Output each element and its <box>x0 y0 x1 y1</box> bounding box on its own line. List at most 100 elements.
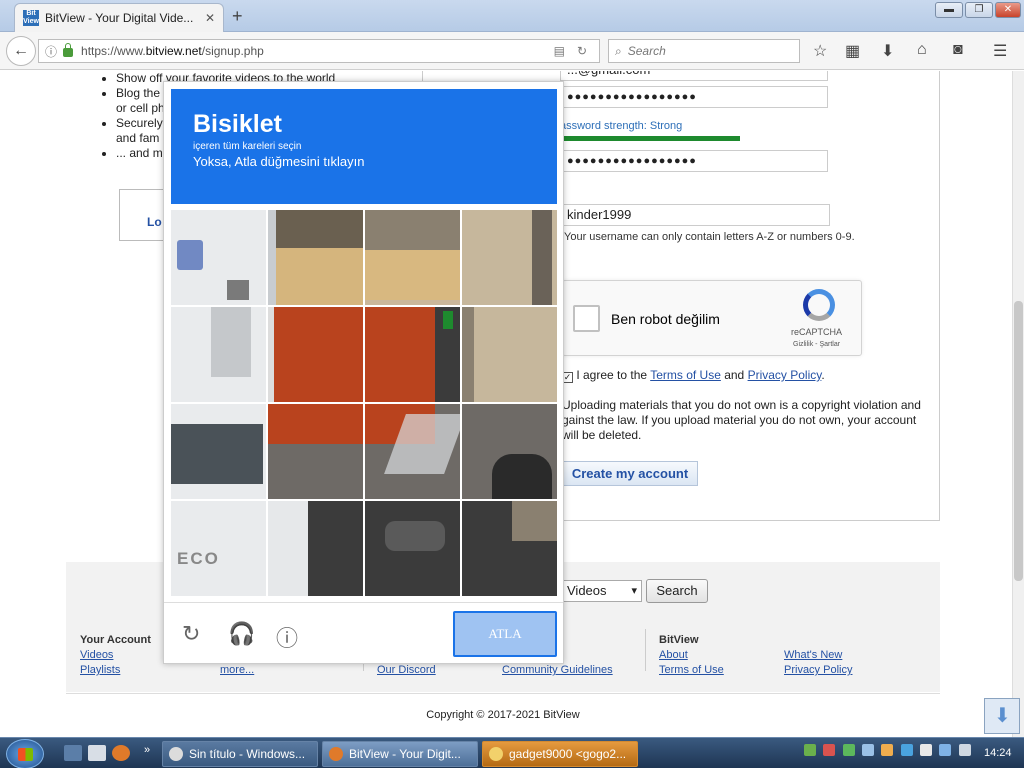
download-arrow-icon[interactable] <box>984 698 1020 734</box>
challenge-header: Bisiklet içeren tüm kareleri seçin Yoksa… <box>171 89 557 204</box>
help-info-icon[interactable]: ⓘ <box>276 621 298 653</box>
image-tile-11[interactable] <box>365 404 460 499</box>
footer-link-more[interactable]: more... <box>220 664 254 676</box>
footer-col-news: What's New Privacy Policy <box>784 648 852 678</box>
audio-challenge-icon[interactable]: 🎧 <box>228 621 255 647</box>
image-tile-13[interactable]: ECO <box>171 501 266 596</box>
confirm-password-field[interactable]: ●●●●●●●●●●●●●●●●● <box>560 150 828 172</box>
footer-link-videos[interactable]: Videos <box>80 649 113 661</box>
truck-eco-text: ECO <box>177 549 220 568</box>
scrollbar-thumb[interactable] <box>1014 301 1023 581</box>
tray-icon[interactable] <box>804 744 816 756</box>
footer-link-playlists[interactable]: Playlists <box>80 664 120 676</box>
tray-icon[interactable] <box>920 744 933 756</box>
url-prefix: https://www. <box>81 44 146 58</box>
search-category-select[interactable]: Videos <box>562 580 642 602</box>
image-tile-9[interactable] <box>171 404 266 499</box>
image-tile-8[interactable] <box>462 307 557 402</box>
footer-col-more: more... <box>220 663 254 678</box>
reload-icon[interactable]: ↻ <box>577 44 587 58</box>
page-scrollbar[interactable] <box>1012 71 1024 737</box>
browser-tab-bitview[interactable]: Bit View BitView - Your Digital Vide... ✕ <box>14 3 224 32</box>
image-tile-7[interactable] <box>365 307 460 402</box>
image-tile-4[interactable] <box>462 210 557 305</box>
agree-prefix: I agree to the <box>576 368 651 382</box>
firefox-quicklaunch-icon[interactable] <box>112 745 130 761</box>
taskbar-clock[interactable]: 14:24 <box>984 747 1012 759</box>
copyright-text: Copyright © 2017-2021 BitView <box>426 709 580 721</box>
username-field[interactable]: kinder1999 <box>560 204 830 226</box>
recaptcha-checkbox[interactable] <box>573 305 600 332</box>
downloads-icon[interactable]: ⬇ <box>881 41 894 61</box>
image-tile-12[interactable] <box>462 404 557 499</box>
image-tile-16[interactable] <box>462 501 557 596</box>
image-tile-6[interactable] <box>268 307 363 402</box>
privacy-link[interactable]: Privacy Policy <box>748 368 822 382</box>
skip-button[interactable]: ATLA <box>453 611 557 657</box>
image-tile-15[interactable] <box>365 501 460 596</box>
start-button[interactable] <box>6 739 44 768</box>
tray-icon[interactable] <box>881 744 894 756</box>
volume-icon[interactable] <box>958 744 971 756</box>
password-field[interactable]: ●●●●●●●●●●●●●●●●● <box>560 86 828 108</box>
challenge-subtitle: içeren tüm kareleri seçin <box>193 141 302 152</box>
address-bar[interactable]: ⓘ https://www.bitview.net/signup.php ▤ ↻ <box>38 39 600 63</box>
show-desktop-icon[interactable] <box>64 745 82 761</box>
image-tile-1[interactable] <box>171 210 266 305</box>
quicklaunch-more-icon[interactable]: » <box>144 744 150 756</box>
footer-link-terms[interactable]: Terms of Use <box>659 664 724 676</box>
agree-and: and <box>720 368 748 382</box>
tray-icon[interactable] <box>842 744 855 756</box>
tray-icon[interactable] <box>862 744 875 756</box>
home-icon[interactable]: ⌂ <box>917 41 927 59</box>
tab-title: BitView - Your Digital Vide... <box>45 11 194 25</box>
footer-col-account: Your Account Videos Playlists <box>80 633 151 678</box>
back-arrow-icon[interactable]: ← <box>6 36 36 66</box>
taskbar-item-email[interactable]: gadget9000 <gogo2... <box>482 741 638 767</box>
tray-icon[interactable] <box>823 744 836 756</box>
copyright-warning: Uploading materials that you do not own … <box>562 398 921 442</box>
email-field[interactable]: ...@gmail.com <box>560 71 828 81</box>
footer-link-privacy[interactable]: Privacy Policy <box>784 664 852 676</box>
image-tile-10[interactable] <box>268 404 363 499</box>
menu-hamburger-icon[interactable]: ☰ <box>993 41 1007 61</box>
tray-icon[interactable] <box>900 744 913 756</box>
login-link[interactable]: Lo <box>147 215 162 229</box>
minimize-window-button[interactable]: ▬ <box>935 2 963 18</box>
reload-challenge-icon[interactable]: ↻ <box>182 621 200 647</box>
footer-link-guidelines[interactable]: Community Guidelines <box>502 664 613 676</box>
close-tab-icon[interactable]: ✕ <box>205 11 215 25</box>
recaptcha-privacy-links[interactable]: Gizlilik - Şartlar <box>793 341 840 348</box>
create-account-button[interactable]: Create my account <box>562 461 698 486</box>
footer-link-whats-new[interactable]: What's New <box>784 649 842 661</box>
url-path: /signup.php <box>201 44 264 58</box>
info-icon[interactable]: ⓘ <box>45 43 57 60</box>
taskbar-item-firefox[interactable]: BitView - Your Digit... <box>322 741 478 767</box>
footer-link-discord[interactable]: Our Discord <box>377 664 436 676</box>
image-tile-3[interactable] <box>365 210 460 305</box>
search-button[interactable]: Search <box>646 579 708 603</box>
maximize-window-button[interactable]: ❐ <box>965 2 993 18</box>
image-tile-14[interactable] <box>268 501 363 596</box>
new-tab-icon[interactable]: + <box>232 6 243 27</box>
bookmark-star-icon[interactable]: ☆ <box>813 41 827 61</box>
pocket-icon[interactable]: ◙ <box>953 41 963 59</box>
footer-link-about[interactable]: About <box>659 649 688 661</box>
url-text[interactable]: https://www.bitview.net/signup.php <box>81 44 554 58</box>
image-tile-5[interactable] <box>171 307 266 402</box>
taskbar-item-notepad[interactable]: Sin título - Windows... <box>162 741 318 767</box>
image-tile-2[interactable] <box>268 210 363 305</box>
browser-navbar: ← ⓘ https://www.bitview.net/signup.php ▤… <box>0 32 1024 70</box>
bookmarks-menu-icon[interactable]: ▦ <box>845 41 860 61</box>
footer-col-guidelines: Community Guidelines <box>502 663 613 678</box>
reader-view-icon[interactable]: ▤ <box>554 44 565 58</box>
terms-link[interactable]: Terms of Use <box>650 368 721 382</box>
footer-heading-account: Your Account <box>80 634 151 646</box>
recaptcha-widget: Ben robot değilim reCAPTCHA Gizlilik - Ş… <box>562 280 862 356</box>
search-input[interactable]: ⌕ Search <box>608 39 800 63</box>
taskbar-item-label: Sin título - Windows... <box>189 747 306 761</box>
password-strength-bar <box>560 136 740 141</box>
network-icon[interactable] <box>939 744 952 756</box>
close-window-button[interactable]: ✕ <box>995 2 1021 18</box>
explorer-icon[interactable] <box>88 745 106 761</box>
